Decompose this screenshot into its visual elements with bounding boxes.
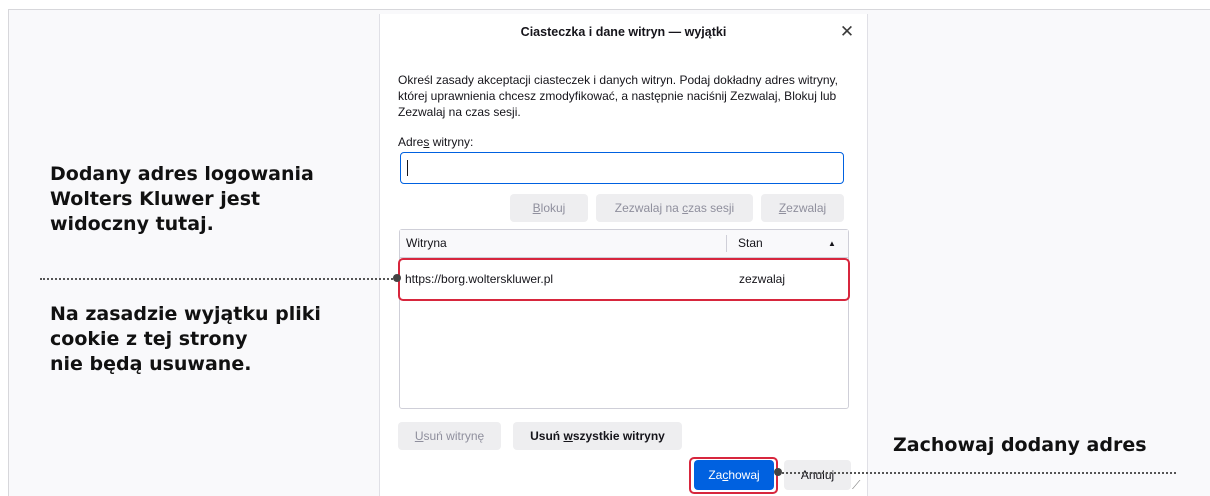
sites-list-header: Witryna Stan ▲ [400, 230, 848, 258]
dialog-title: Ciasteczka i dane witryn — wyjątki [520, 25, 727, 39]
column-separator[interactable] [726, 235, 727, 252]
highlight-site-row [398, 258, 850, 301]
annotation-exception-note: Na zasadzie wyjątku pliki cookie z tej s… [50, 303, 321, 375]
sort-ascending-icon: ▲ [828, 239, 836, 248]
annotation-save-note: Zachowaj dodany adres [893, 434, 1147, 456]
block-button[interactable]: Blokuj [510, 194, 588, 222]
annotation-connector-dot-row [393, 274, 401, 282]
annotation-connector-dot-save [774, 468, 782, 476]
column-header-site[interactable]: Witryna [406, 230, 447, 257]
text-caret [407, 160, 408, 176]
dialog-description: Określ zasady akceptacji ciasteczek i da… [398, 73, 838, 119]
highlight-save-button [689, 457, 778, 494]
address-label: Adres witryny: [398, 135, 474, 149]
close-icon[interactable]: ✕ [837, 22, 857, 42]
annotation-connector-row [40, 278, 397, 280]
annotation-connector-save [778, 472, 1176, 474]
address-input[interactable] [400, 152, 844, 184]
remove-site-button[interactable]: Usuń witrynę [398, 422, 501, 450]
resize-grip-icon[interactable]: ⟋ [852, 478, 860, 493]
allow-button[interactable]: Zezwalaj [761, 194, 844, 222]
cancel-button[interactable]: Anuluj [784, 460, 851, 490]
annotation-added-address: Dodany adres logowania Wolters Kluwer je… [50, 163, 314, 235]
remove-all-sites-button[interactable]: Usuń wszystkie witryny [513, 422, 682, 450]
sites-list[interactable]: Witryna Stan ▲ https://borg.wolterskluwe… [399, 229, 849, 409]
column-header-status[interactable]: Stan [738, 230, 763, 257]
cookie-exceptions-dialog: Ciasteczka i dane witryn — wyjątki ✕ Okr… [379, 14, 868, 496]
allow-session-button[interactable]: Zezwalaj na czas sesji [596, 194, 753, 222]
